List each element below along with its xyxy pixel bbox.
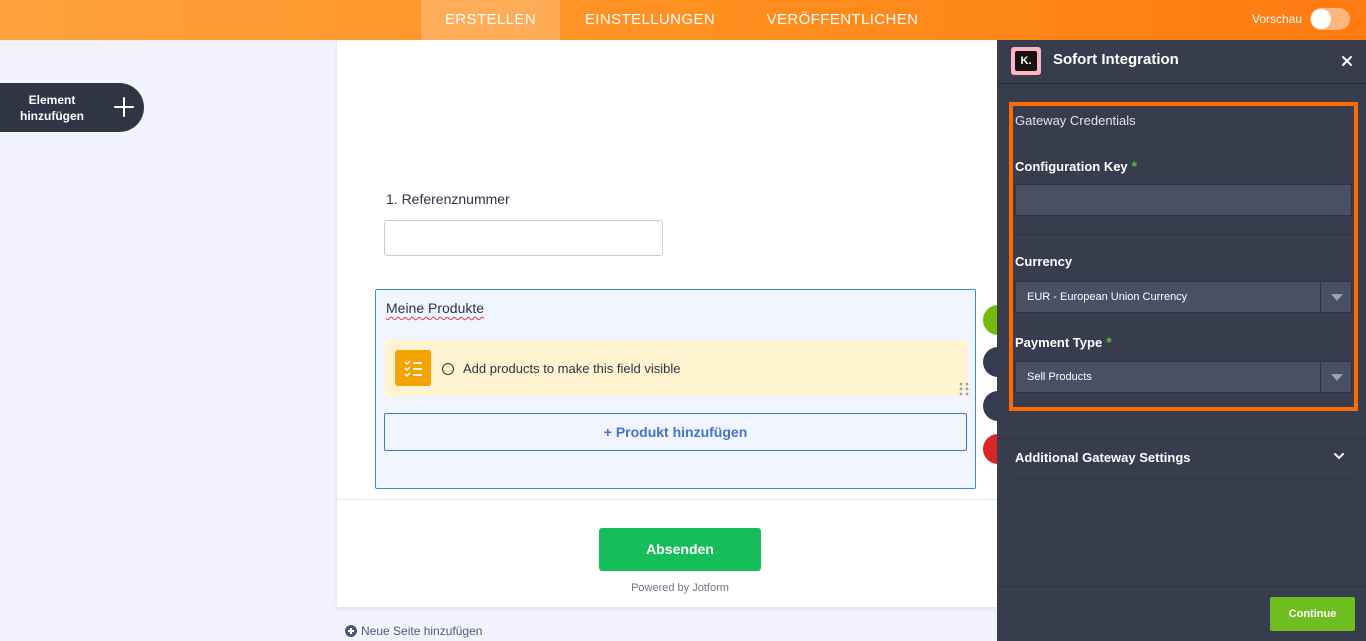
preview-toggle-knob xyxy=(1311,9,1331,29)
add-element-label-line1: Element xyxy=(28,93,76,107)
add-page-plus-icon xyxy=(345,625,357,637)
submit-button[interactable]: Absenden xyxy=(599,528,761,571)
currency-label: Currency xyxy=(1015,254,1073,269)
close-icon[interactable] xyxy=(1339,53,1355,69)
required-icon: * xyxy=(1131,158,1138,174)
settings-divider-bottom xyxy=(1015,478,1352,479)
payment-type-label-text: Payment Type xyxy=(1015,335,1103,350)
currency-select[interactable]: EUR - European Union Currency xyxy=(1015,281,1352,313)
preview-toggle[interactable] xyxy=(1310,8,1350,30)
configuration-key-label: Configuration Key * xyxy=(1015,158,1137,174)
required-icon: * xyxy=(1106,334,1112,350)
payment-type-selected-value: Sell Products xyxy=(1027,371,1092,383)
preview-label: Vorschau xyxy=(1252,12,1303,26)
payment-type-select[interactable]: Sell Products xyxy=(1015,361,1352,393)
chevron-down-icon[interactable] xyxy=(1320,282,1351,312)
additional-gateway-settings-toggle[interactable]: Additional Gateway Settings xyxy=(1015,450,1191,465)
top-navigation-bar: ERSTELLEN EINSTELLUNGEN VERÖFFENTLICHEN … xyxy=(0,0,1366,40)
sofort-logo-mark: K. xyxy=(1015,51,1037,71)
sofort-logo-icon: K. xyxy=(1011,47,1041,75)
panel-footer-divider xyxy=(997,586,1366,587)
plus-icon xyxy=(114,97,134,117)
product-field-title[interactable]: Meine Produkte xyxy=(386,300,484,316)
chevron-down-icon[interactable] xyxy=(1320,362,1351,392)
payment-type-label: Payment Type * xyxy=(1015,334,1112,350)
reference-number-input[interactable] xyxy=(384,220,663,256)
credentials-divider xyxy=(1015,234,1352,235)
currency-selected-value: EUR - European Union Currency xyxy=(1027,291,1188,303)
add-element-label-line2: hinzufügen xyxy=(20,109,84,123)
continue-button[interactable]: Continue xyxy=(1270,597,1355,631)
powered-by-text: Powered by Jotform xyxy=(631,582,729,594)
drag-handle-icon[interactable] xyxy=(959,382,969,396)
question-label: 1. Referenznummer xyxy=(386,191,510,207)
panel-header: K. Sofort Integration xyxy=(997,40,1366,84)
add-new-page-link[interactable]: Neue Seite hinzufügen xyxy=(345,624,482,638)
notice-radio-icon xyxy=(442,363,454,375)
panel-title: Sofort Integration xyxy=(1053,51,1179,68)
add-element-label: Element hinzufügen xyxy=(12,92,92,124)
add-new-page-label: Neue Seite hinzufügen xyxy=(361,624,483,638)
tab-veroeffentlichen[interactable]: VERÖFFENTLICHEN xyxy=(740,0,945,40)
configuration-key-input[interactable] xyxy=(1015,184,1352,216)
integration-panel: K. Sofort Integration Gateway Credential… xyxy=(997,40,1366,641)
form-divider xyxy=(337,499,997,500)
settings-divider xyxy=(997,438,1366,439)
tab-einstellungen[interactable]: EINSTELLUNGEN xyxy=(560,0,740,40)
chevron-down-icon[interactable] xyxy=(1333,451,1345,461)
gateway-credentials-title: Gateway Credentials xyxy=(1015,113,1136,128)
notice-text: Add products to make this field visible xyxy=(463,361,681,376)
tab-erstellen[interactable]: ERSTELLEN xyxy=(421,0,560,40)
add-product-button[interactable]: + Produkt hinzufügen xyxy=(384,413,967,451)
product-list-icon xyxy=(395,350,431,386)
add-element-button[interactable]: Element hinzufügen xyxy=(0,83,144,132)
configuration-key-label-text: Configuration Key xyxy=(1015,159,1128,174)
